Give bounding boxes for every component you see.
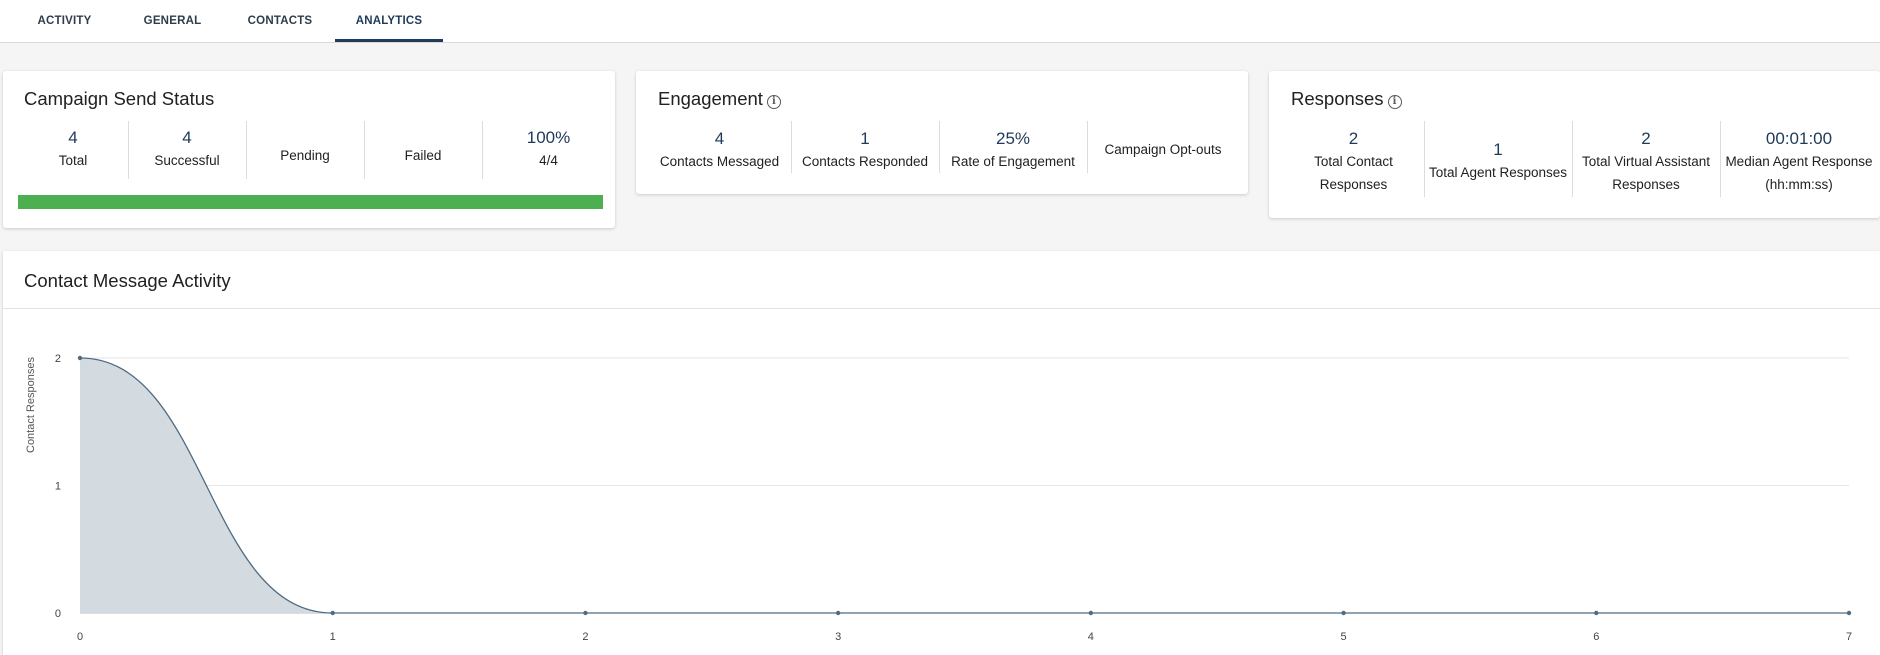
x-tick-label: 2 (582, 631, 588, 643)
send-progress-fill (18, 195, 603, 209)
chart-ticks: 0 1 2 0 1 2 3 4 5 6 7 (55, 353, 1852, 643)
info-icon[interactable]: i (766, 95, 781, 109)
stat-label: Median Agent Response (hh:mm:ss) (1725, 154, 1873, 192)
x-tick-label: 1 (330, 631, 336, 643)
y-axis-label: Contact Responses (25, 357, 37, 453)
stat-value: 2 (1348, 129, 1359, 148)
send-progress-bar (18, 195, 603, 209)
card-title: Engagement i (658, 88, 781, 110)
y-tick-label: 2 (55, 353, 61, 365)
data-point (1846, 610, 1852, 616)
stat-median-agent-response: 00:01:00 Median Agent Response (hh:mm:ss… (1720, 128, 1878, 196)
stat-label: Contacts Responded (801, 154, 929, 169)
stat-contacts-messaged: 4 Contacts Messaged (648, 128, 791, 173)
data-point (77, 355, 83, 361)
stat-value: 4 (714, 129, 725, 148)
stat-label: Total Agent Responses (1428, 165, 1568, 180)
stat-failed: Failed (364, 144, 482, 167)
data-point (1341, 610, 1346, 616)
data-point (1088, 610, 1094, 616)
stat-total-virtual-assistant-responses: 2 Total Virtual Assistant Responses (1572, 128, 1720, 196)
stat-value: 1 (1493, 140, 1503, 159)
stat-label: Successful (154, 153, 220, 168)
stat-percent: 100% 4/4 (482, 127, 615, 172)
stat-value: 100% (526, 128, 571, 147)
stat-campaign-opt-outs: Campaign Opt-outs (1087, 138, 1239, 161)
x-tick-label: 3 (835, 631, 841, 643)
stat-label: Failed (404, 148, 442, 163)
data-point (835, 610, 841, 616)
stat-label: Campaign Opt-outs (1104, 142, 1222, 157)
card-title-text: Engagement (658, 88, 763, 109)
tab-analytics[interactable]: ANALYTICS (335, 0, 443, 42)
data-point (330, 610, 335, 616)
y-tick-label: 1 (55, 481, 61, 493)
y-tick-label: 0 (55, 608, 61, 620)
stat-label: Total (58, 153, 88, 168)
contact-message-activity-card: Contact Message Activity 01201234567 Con… (3, 251, 1880, 655)
stat-value: 00:01:00 (1765, 129, 1833, 148)
data-point (583, 610, 588, 616)
stat-value: 1 (860, 129, 870, 148)
tab-bar: ACTIVITY GENERAL CONTACTS ANALYTICS (0, 0, 1880, 43)
responses-card: Responses i 2 Total Contact Responses 1 T… (1269, 71, 1880, 218)
activity-chart: 0 1 2 0 1 2 3 4 5 6 7 Contact Responses (25, 353, 1852, 643)
stat-label: Total Virtual Assistant Responses (1581, 154, 1711, 192)
stat-pending: Pending (246, 144, 364, 167)
stat-label: Rate of Engagement (951, 154, 1075, 169)
x-tick-label: 4 (1088, 631, 1094, 643)
tab-activity[interactable]: ACTIVITY (22, 0, 107, 42)
info-icon[interactable]: i (1387, 95, 1402, 109)
stat-successful: 4 Successful (128, 127, 246, 172)
tab-contacts[interactable]: CONTACTS (236, 0, 324, 42)
data-point (1594, 610, 1599, 616)
card-title: Responses i (1291, 88, 1402, 110)
x-tick-label: 0 (77, 631, 83, 643)
stat-label: Contacts Messaged (659, 154, 780, 169)
stat-value: 2 (1641, 129, 1651, 148)
stat-contacts-responded: 1 Contacts Responded (791, 128, 939, 173)
stat-total-agent-responses: 1 Total Agent Responses (1424, 139, 1572, 184)
tab-general[interactable]: GENERAL (130, 0, 215, 42)
x-tick-label: 7 (1846, 631, 1852, 643)
stat-total-contact-responses: 2 Total Contact Responses (1281, 128, 1426, 196)
card-title: Campaign Send Status (24, 88, 215, 109)
campaign-send-status-card: Campaign Send Status 4 Total 4 Successfu… (3, 71, 615, 228)
stat-label: 4/4 (539, 153, 558, 168)
engagement-card: Engagement i 4 Contacts Messaged 1 Contac… (636, 71, 1248, 194)
x-tick-label: 6 (1593, 631, 1599, 643)
chart-grid (80, 357, 1849, 614)
stat-total: 4 Total (3, 127, 143, 172)
card-title-text: Responses (1291, 88, 1384, 109)
stat-value: 25% (995, 129, 1031, 148)
stat-rate-of-engagement: 25% Rate of Engagement (939, 128, 1087, 173)
x-tick-label: 5 (1341, 631, 1347, 643)
stat-value: 4 (182, 128, 192, 147)
stat-label: Total Contact Responses (1314, 154, 1393, 192)
stat-value: 4 (68, 128, 78, 147)
stat-label: Pending (280, 148, 330, 163)
